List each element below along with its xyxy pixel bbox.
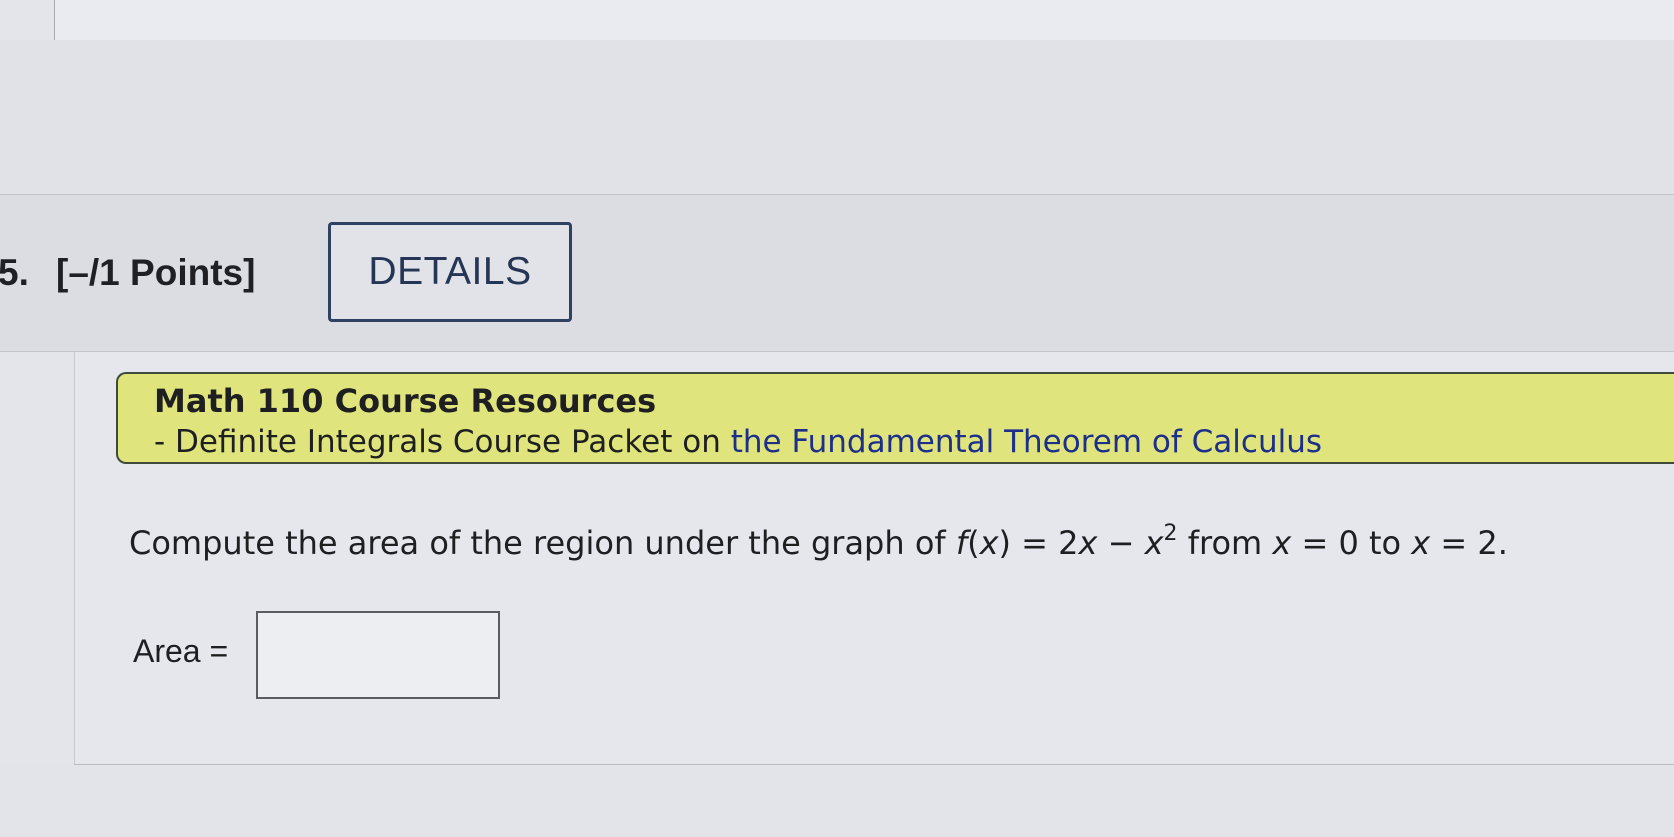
prompt-text: ) = 2 (998, 524, 1079, 562)
prompt-text: = 0 to (1291, 524, 1412, 562)
question-points: [–/1 Points] (56, 252, 256, 293)
resources-item: - Definite Integrals Course Packet on th… (154, 424, 1322, 460)
resources-link[interactable]: the Fundamental Theorem of Calculus (731, 424, 1322, 460)
prompt-paren-open: ( (967, 524, 980, 562)
prompt-var: x (1078, 524, 1098, 562)
prompt-var: x (1411, 524, 1431, 562)
prompt-text: Compute the area of the region under the… (129, 524, 956, 562)
course-resources-box: Math 110 Course Resources - Definite Int… (116, 372, 1674, 464)
prompt-function-name: f (955, 524, 968, 562)
prompt-text: = 2. (1430, 524, 1508, 562)
previous-question-panel (54, 0, 1674, 41)
previous-question-area (0, 40, 1674, 196)
details-button-label: DETAILS (368, 250, 532, 293)
prompt-exponent: 2 (1163, 521, 1178, 546)
page-bottom (0, 766, 1674, 837)
area-answer-input[interactable] (256, 611, 500, 699)
resources-item-prefix: - Definite Integrals Course Packet on (154, 424, 731, 460)
question-prompt: Compute the area of the region under the… (129, 521, 1508, 563)
question-number: 5. (0, 252, 29, 293)
prompt-var: x (1272, 524, 1292, 562)
area-label: Area = (133, 633, 238, 669)
prompt-text: from (1177, 524, 1273, 562)
prompt-var: x (1144, 524, 1164, 562)
resources-title: Math 110 Course Resources (154, 382, 657, 420)
prompt-var: x (979, 524, 999, 562)
details-button[interactable]: DETAILS (328, 222, 572, 322)
prompt-minus: − (1097, 524, 1145, 562)
